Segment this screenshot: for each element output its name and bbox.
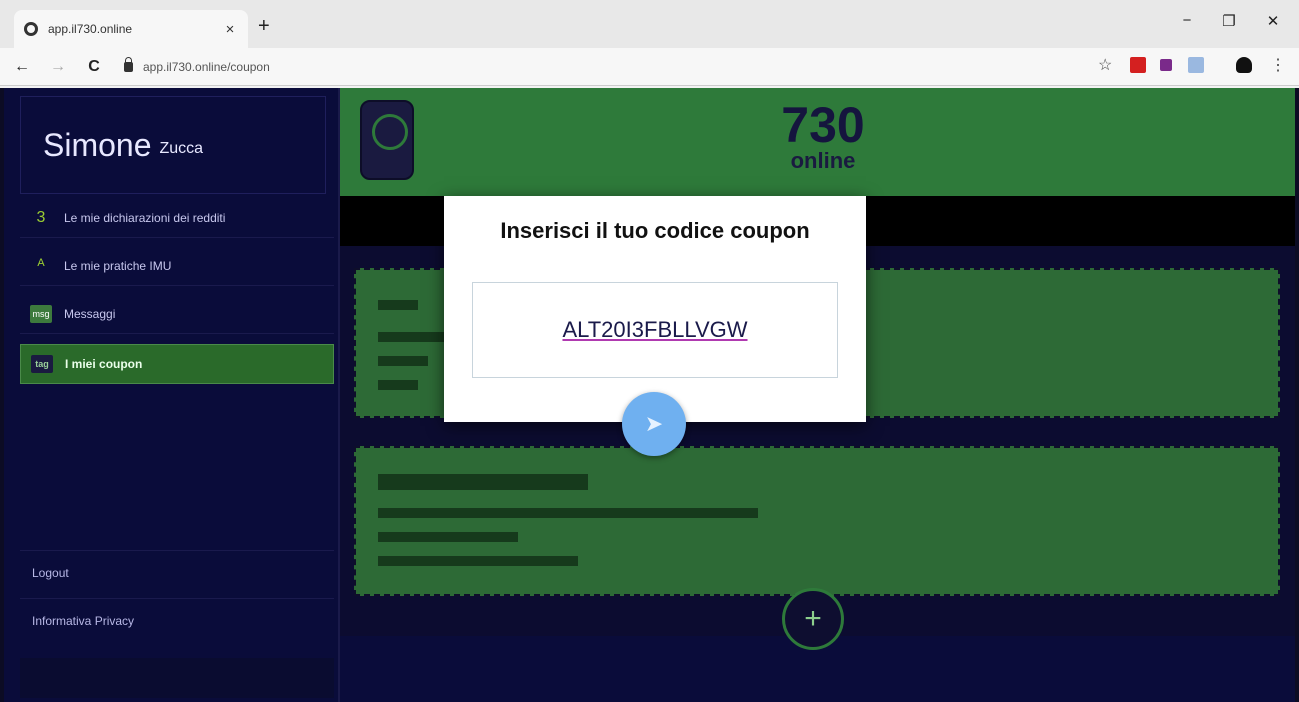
sidebar: Simone Zucca 3 Le mie dichiarazioni dei … (4, 88, 340, 702)
tab-strip: app.il730.online × + − ❐ ✕ (0, 0, 1299, 48)
card-line (378, 508, 758, 518)
coupon-field[interactable] (472, 282, 838, 378)
logout-link[interactable]: Logout (20, 550, 334, 594)
extension-blue-icon[interactable] (1188, 57, 1204, 73)
user-last-name: Zucca (159, 140, 204, 157)
bookmark-star-icon[interactable]: ☆ (1098, 55, 1112, 75)
url-field[interactable]: app.il730.online/coupon (124, 56, 270, 74)
window-close-button[interactable]: ✕ (1258, 12, 1288, 30)
back-button[interactable]: ← (8, 58, 36, 76)
card-line (378, 532, 518, 542)
card-heading-placeholder (378, 300, 418, 310)
forward-button[interactable]: → (44, 58, 72, 76)
sidebar-item-label: I miei coupon (65, 357, 143, 371)
message-icon: msg (30, 304, 52, 323)
logo-number: 730 (781, 97, 865, 153)
card-line (378, 356, 428, 366)
profile-icon[interactable] (1236, 57, 1252, 73)
user-name: Simone Zucca (20, 96, 326, 194)
tab-title: app.il730.online (48, 22, 133, 36)
globe-icon (24, 22, 38, 36)
logo-word: online (768, 150, 878, 172)
logout-label: Logout (32, 565, 69, 580)
sidebar-item-label: Messaggi (64, 306, 116, 321)
sidebar-item-imu[interactable]: ᴬ Le mie pratiche IMU (20, 246, 334, 286)
card-line (378, 380, 418, 390)
browser-chrome: app.il730.online × + − ❐ ✕ ← → C app.il7… (0, 0, 1299, 88)
reload-button[interactable]: C (80, 58, 108, 76)
logo-730: 730 online (768, 100, 878, 172)
coupon-card (354, 446, 1280, 596)
sidebar-bottom-bar (20, 658, 334, 698)
url-text: app.il730.online/coupon (143, 59, 270, 74)
sidebar-item-label: Le mie dichiarazioni dei redditi (64, 210, 226, 225)
sidebar-item-dichiarazioni[interactable]: 3 Le mie dichiarazioni dei redditi (20, 198, 334, 238)
minimize-button[interactable]: − (1172, 12, 1202, 29)
new-tab-button[interactable]: + (258, 16, 270, 36)
house-icon: ᴬ (37, 256, 45, 274)
tag-icon: tag (31, 355, 53, 373)
seal-logo-icon (360, 100, 414, 180)
tab-close-icon[interactable]: × (222, 21, 238, 38)
lock-icon (124, 56, 133, 72)
privacy-link[interactable]: Informativa Privacy (20, 598, 334, 642)
browser-menu-icon[interactable]: ⋮ (1270, 55, 1286, 75)
header: 730 online (340, 88, 1295, 196)
restore-button[interactable]: ❐ (1214, 12, 1244, 30)
user-first-name: Simone (43, 126, 152, 163)
privacy-label: Informativa Privacy (32, 613, 135, 628)
card-heading-placeholder (378, 474, 588, 490)
sidebar-item-coupon[interactable]: tag I miei coupon (20, 344, 334, 384)
send-arrow-icon: ➤ (644, 411, 664, 436)
sidebar-item-messaggi[interactable]: msg Messaggi (20, 294, 334, 334)
coupon-dialog: Inserisci il tuo codice coupon (444, 196, 866, 422)
extension-purple-icon[interactable] (1160, 59, 1172, 71)
card-line (378, 556, 578, 566)
dialog-title: Inserisci il tuo codice coupon (500, 218, 810, 243)
browser-tab[interactable]: app.il730.online × (14, 10, 248, 48)
card-line (378, 332, 448, 342)
number-three-icon: 3 (36, 208, 46, 226)
coupon-input[interactable] (495, 316, 815, 344)
sidebar-item-label: Le mie pratiche IMU (64, 258, 172, 273)
extension-red-icon[interactable] (1130, 57, 1146, 73)
add-coupon-button[interactable]: + (782, 588, 844, 650)
submit-coupon-button[interactable]: ➤ (622, 392, 686, 456)
